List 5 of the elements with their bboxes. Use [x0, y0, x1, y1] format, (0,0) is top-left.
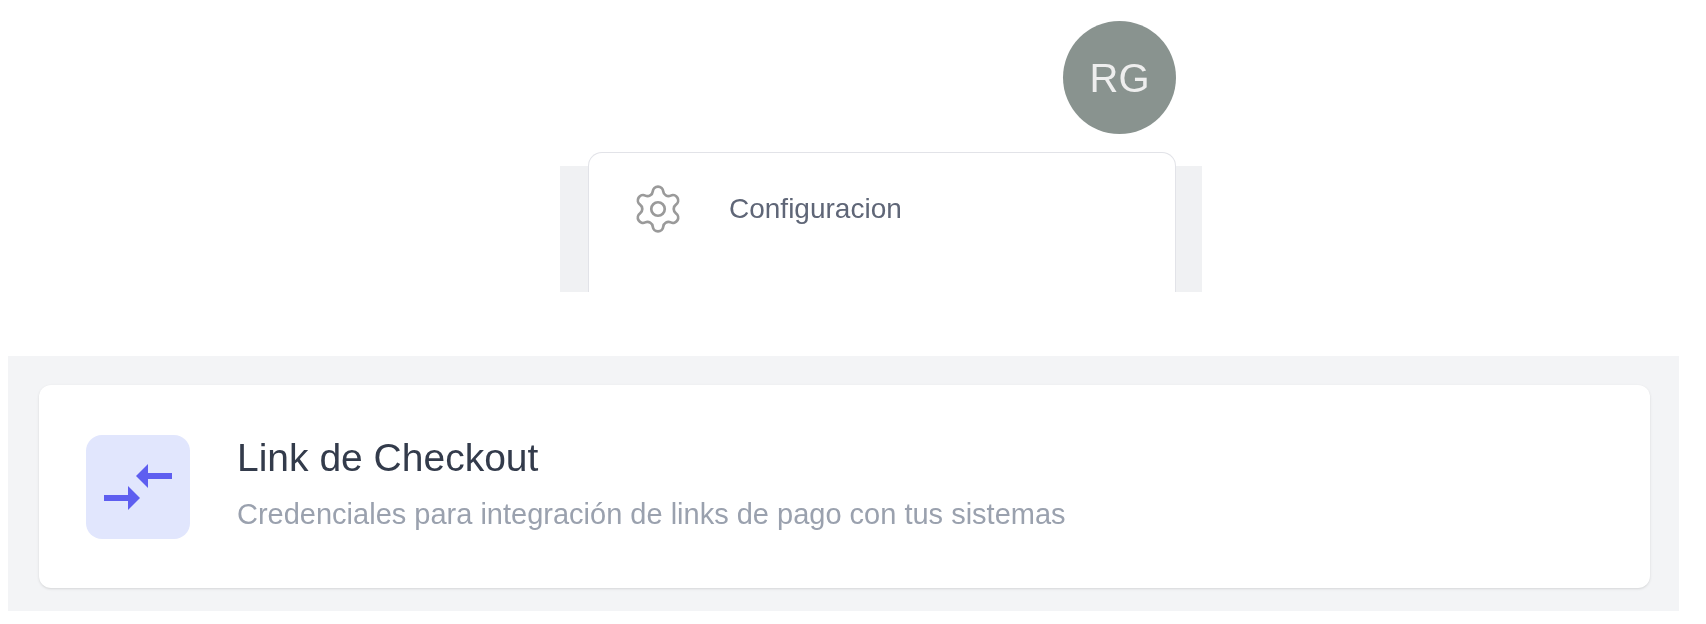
- checkout-card[interactable]: Link de Checkout Credenciales para integración de links de pago con tus sistemas: [39, 385, 1650, 588]
- card-description: Credenciales para integración de links de pago con tus sistemas: [237, 497, 1066, 532]
- card-title: Link de Checkout: [237, 434, 540, 481]
- swap-arrows-icon: [104, 462, 172, 511]
- menu-item[interactable]: Configuracion: [589, 181, 1175, 237]
